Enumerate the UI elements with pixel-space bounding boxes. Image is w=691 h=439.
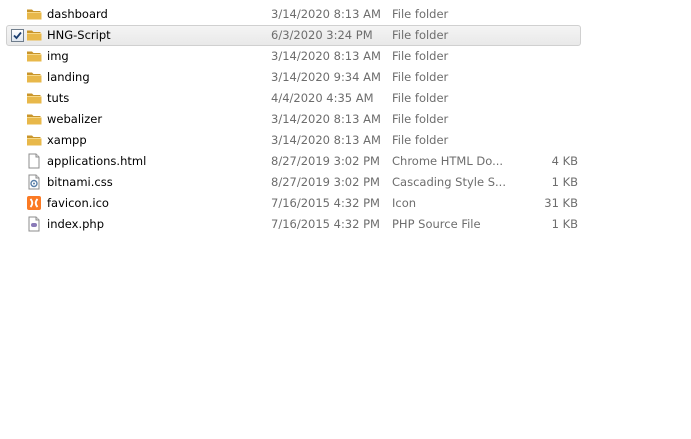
row-checkbox[interactable] [11, 29, 24, 42]
file-name: img [47, 49, 69, 63]
file-row[interactable]: bitnami.css 8/27/2019 3:02 PM Cascading St… [6, 172, 581, 193]
file-name: tuts [47, 91, 70, 105]
file-size [512, 89, 578, 108]
file-name: index.php [47, 217, 105, 231]
file-row[interactable]: landing 3/14/2020 9:34 AM File folder [6, 67, 581, 88]
file-date-modified: 3/14/2020 8:13 AM [271, 49, 381, 63]
file-type: File folder [392, 7, 449, 21]
file-name: HNG-Script [47, 28, 111, 42]
file-size: 1 KB [551, 217, 578, 231]
file-explorer: dashboard 3/14/2020 8:13 AM File folder HNG… [0, 0, 691, 439]
folder-icon [26, 90, 42, 106]
file-row[interactable]: dashboard 3/14/2020 8:13 AM File folder [6, 4, 581, 25]
file-name: xampp [47, 133, 87, 147]
file-type: Chrome HTML Do... [392, 154, 504, 168]
file-type: Icon [392, 196, 417, 210]
file-size [512, 68, 578, 87]
file-name: applications.html [47, 154, 147, 168]
file-date-modified: 3/14/2020 8:13 AM [271, 133, 381, 147]
file-type: File folder [392, 133, 449, 147]
file-type: File folder [392, 91, 449, 105]
folder-icon [26, 27, 42, 43]
php-file-icon [26, 216, 42, 232]
file-date-modified: 3/14/2020 9:34 AM [271, 70, 381, 84]
file-list: dashboard 3/14/2020 8:13 AM File folder HNG… [6, 4, 581, 235]
file-size [512, 5, 578, 24]
folder-icon [26, 69, 42, 85]
file-date-modified: 3/14/2020 8:13 AM [271, 7, 381, 21]
file-size: 4 KB [551, 154, 578, 168]
file-type: File folder [392, 28, 449, 42]
folder-icon [26, 132, 42, 148]
file-row[interactable]: HNG-Script 6/3/2020 3:24 PM File folder [6, 25, 581, 46]
file-row[interactable]: webalizer 3/14/2020 8:13 AM File folder [6, 109, 581, 130]
file-size [512, 26, 578, 45]
file-name: favicon.ico [47, 196, 109, 210]
folder-icon [26, 48, 42, 64]
file-type: File folder [392, 70, 449, 84]
file-name: dashboard [47, 7, 108, 21]
file-date-modified: 8/27/2019 3:02 PM [271, 175, 380, 189]
file-size: 31 KB [544, 196, 578, 210]
file-type: Cascading Style S... [392, 175, 506, 189]
file-size [512, 110, 578, 129]
file-date-modified: 7/16/2015 4:32 PM [271, 196, 380, 210]
file-date-modified: 8/27/2019 3:02 PM [271, 154, 380, 168]
file-row[interactable]: xampp 3/14/2020 8:13 AM File folder [6, 130, 581, 151]
file-row[interactable]: favicon.ico 7/16/2015 4:32 PM Icon 31 KB [6, 193, 581, 214]
folder-icon [26, 111, 42, 127]
file-type: File folder [392, 49, 449, 63]
folder-icon [26, 6, 42, 22]
file-row[interactable]: tuts 4/4/2020 4:35 AM File folder [6, 88, 581, 109]
file-type: File folder [392, 112, 449, 126]
file-name: webalizer [47, 112, 103, 126]
file-date-modified: 6/3/2020 3:24 PM [271, 28, 373, 42]
file-name: bitnami.css [47, 175, 113, 189]
file-row[interactable]: applications.html 8/27/2019 3:02 PM Chrome… [6, 151, 581, 172]
file-row[interactable]: img 3/14/2020 8:13 AM File folder [6, 46, 581, 67]
file-size [512, 47, 578, 66]
file-size [512, 131, 578, 150]
html-file-icon [26, 153, 42, 169]
file-size: 1 KB [551, 175, 578, 189]
file-row[interactable]: index.php 7/16/2015 4:32 PM PHP Source Fil… [6, 214, 581, 235]
file-name: landing [47, 70, 90, 84]
file-date-modified: 4/4/2020 4:35 AM [271, 91, 374, 105]
file-date-modified: 7/16/2015 4:32 PM [271, 217, 380, 231]
css-file-icon [26, 174, 42, 190]
xampp-icon [26, 195, 42, 211]
file-date-modified: 3/14/2020 8:13 AM [271, 112, 381, 126]
file-type: PHP Source File [392, 217, 481, 231]
